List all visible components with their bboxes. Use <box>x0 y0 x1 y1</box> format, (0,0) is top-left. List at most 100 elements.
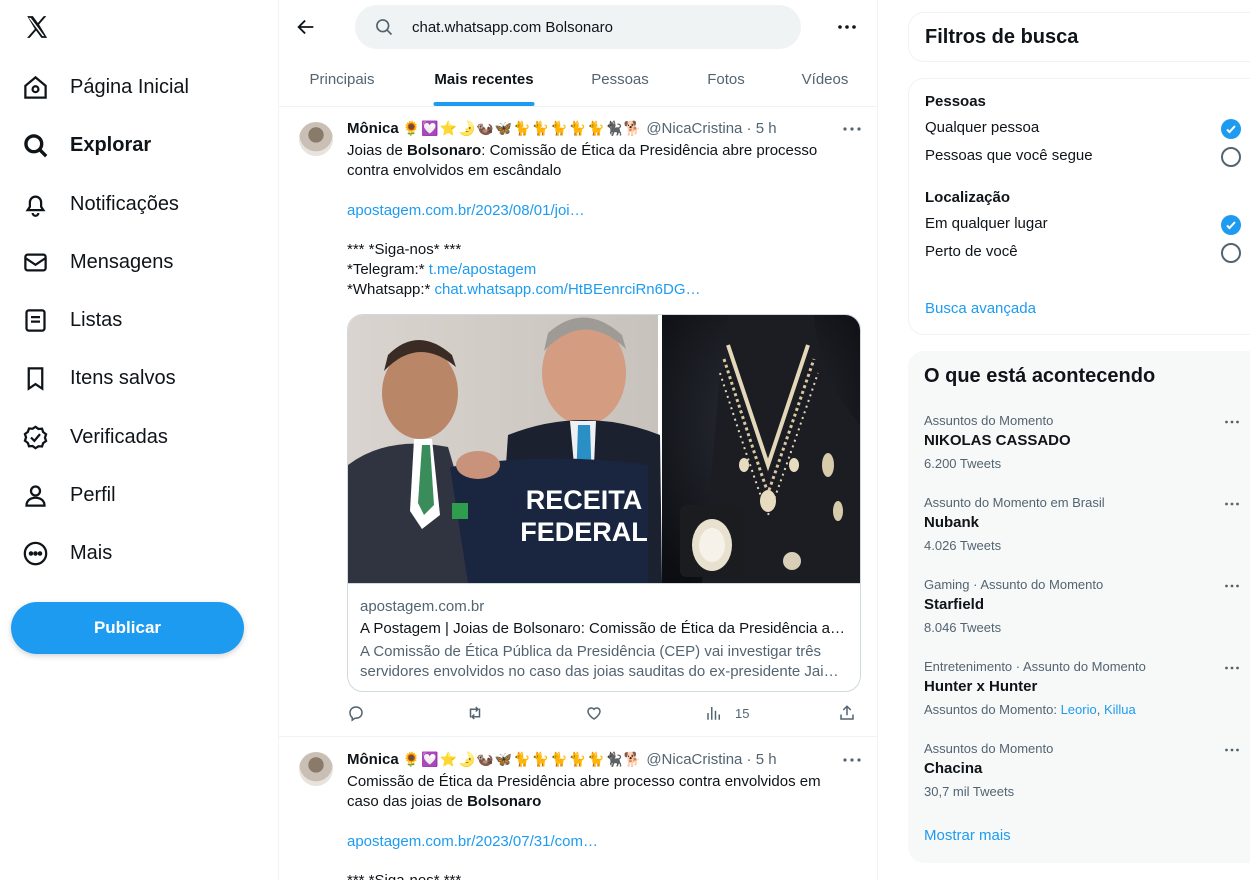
author-handle-time[interactable]: @NicaCristina · 5 h <box>646 751 776 768</box>
retweet-button[interactable] <box>466 704 484 722</box>
search-icon <box>376 19 393 36</box>
filter-option-label: Perto de você <box>925 243 1018 260</box>
trend-related-link[interactable]: Leorio <box>1061 702 1097 717</box>
trend-name: Starfield <box>924 596 985 613</box>
search-match-highlight: Bolsonaro <box>467 793 542 810</box>
avatar[interactable] <box>299 752 333 786</box>
tweet-more-icon[interactable] <box>841 120 863 138</box>
trend-item[interactable]: Assuntos do Momento NIKOLAS CASSADO 6.20… <box>924 413 1244 483</box>
search-match-highlight: Bolsonaro <box>407 142 482 159</box>
trend-name: Chacina <box>924 760 983 777</box>
tweet[interactable]: Mônica 🌻💟⭐🌛🦦🦋🐈🐈🐈🐈🐈🐈‍⬛🐕 @NicaCristina · 5… <box>279 108 877 737</box>
share-icon <box>840 705 854 720</box>
x-logo-icon[interactable] <box>24 14 50 40</box>
nav-verified[interactable]: Verificadas <box>22 417 168 457</box>
nav-more[interactable]: Mais <box>22 533 112 573</box>
list-icon <box>25 308 46 332</box>
filter-option-anyone[interactable]: Qualquer pessoa <box>925 119 1245 139</box>
filter-option-near-you[interactable]: Perto de você <box>925 243 1245 263</box>
advanced-search-link[interactable]: Busca avançada <box>925 300 1036 317</box>
article-link[interactable]: apostagem.com.br/2023/08/01/joi… <box>347 202 585 219</box>
nav-profile-label: Perfil <box>70 483 116 506</box>
author-name[interactable]: Mônica <box>347 751 399 768</box>
retweet-icon <box>469 706 481 720</box>
search-input[interactable] <box>412 5 782 49</box>
whatsapp-link[interactable]: chat.whatsapp.com/HtBEenrciRn6DG… <box>435 281 701 298</box>
trend-more-icon[interactable] <box>1224 579 1240 593</box>
left-navigation: Página Inicial Explorar Notificações Men… <box>0 0 279 880</box>
radio-unchecked-icon[interactable] <box>1221 243 1241 263</box>
author-name[interactable]: Mônica <box>347 120 399 137</box>
telegram-link[interactable]: t.me/apostagem <box>429 261 537 278</box>
trend-item[interactable]: Entretenimento · Assunto do Momento Hunt… <box>924 659 1244 729</box>
nav-notifications[interactable]: Notificações <box>22 184 179 224</box>
tab-principais[interactable]: Principais <box>307 53 377 106</box>
trend-related-prefix: Assuntos do Momento: <box>924 702 1061 717</box>
article-link[interactable]: apostagem.com.br/2023/07/31/com… <box>347 833 598 850</box>
like-button[interactable] <box>585 704 603 722</box>
tab-mais-recentes[interactable]: Mais recentes <box>427 53 541 106</box>
share-button[interactable] <box>838 704 856 722</box>
tab-pessoas[interactable]: Pessoas <box>585 53 655 106</box>
radio-checked-icon[interactable] <box>1221 215 1241 235</box>
search-filters-header: Filtros de busca <box>908 12 1250 62</box>
reply-button[interactable] <box>347 704 365 722</box>
tweet-more-icon[interactable] <box>841 751 863 769</box>
author-handle-time[interactable]: @NicaCristina · 5 h <box>646 120 776 137</box>
nav-home[interactable]: Página Inicial <box>22 67 189 107</box>
trend-category: Entretenimento · Assunto do Momento <box>924 659 1146 674</box>
nav-explore[interactable]: Explorar <box>22 125 151 165</box>
trend-category: Assuntos do Momento <box>924 741 1054 756</box>
author-emoji: 🌻💟⭐🌛🦦🦋🐈🐈🐈🐈🐈🐈‍⬛🐕 <box>402 119 643 136</box>
tweet-text: Comissão de Ética da Presidência abre pr… <box>347 772 843 812</box>
nav-explore-label: Explorar <box>70 133 152 156</box>
search-box[interactable] <box>355 5 801 49</box>
tweet-header: Mônica 🌻💟⭐🌛🦦🦋🐈🐈🐈🐈🐈🐈‍⬛🐕 @NicaCristina · 5… <box>347 118 807 138</box>
tweet[interactable]: Mônica 🌻💟⭐🌛🦦🦋🐈🐈🐈🐈🐈🐈‍⬛🐕 @NicaCristina · 5… <box>279 738 877 880</box>
link-preview-card[interactable]: RECEITA FEDERAL apostagem.com.br A Posta… <box>347 314 861 692</box>
back-arrow-icon[interactable] <box>295 16 317 38</box>
nav-lists-label: Listas <box>70 308 123 331</box>
home-icon <box>24 75 47 99</box>
show-more-link[interactable]: Mostrar mais <box>924 827 1011 844</box>
filter-option-label: Qualquer pessoa <box>925 119 1040 136</box>
tweet-whatsapp-line: *Whatsapp:* chat.whatsapp.com/HtBEenrciR… <box>347 280 843 300</box>
trend-name: Hunter x Hunter <box>924 678 1038 695</box>
filter-option-anywhere[interactable]: Em qualquer lugar <box>925 215 1245 235</box>
trend-more-icon[interactable] <box>1224 497 1240 511</box>
link-preview-domain: apostagem.com.br <box>360 598 485 615</box>
nav-messages[interactable]: Mensagens <box>22 242 173 282</box>
whatsapp-label: *Whatsapp:* <box>347 281 435 298</box>
nav-profile[interactable]: Perfil <box>22 475 116 515</box>
trend-item[interactable]: Gaming · Assunto do Momento Starfield 8.… <box>924 577 1244 647</box>
trend-item[interactable]: Assunto do Momento em Brasil Nubank 4.02… <box>924 495 1244 565</box>
radio-checked-icon[interactable] <box>1221 119 1241 139</box>
trend-more-icon[interactable] <box>1224 661 1240 675</box>
telegram-label: *Telegram:* <box>347 261 429 278</box>
filter-option-following[interactable]: Pessoas que você segue <box>925 147 1245 167</box>
link-preview-description: A Comissão de Ética Pública da Presidênc… <box>360 643 839 680</box>
nav-lists[interactable]: Listas <box>22 300 122 340</box>
views-button[interactable]: 15 <box>705 704 749 722</box>
tweet-header: Mônica 🌻💟⭐🌛🦦🦋🐈🐈🐈🐈🐈🐈‍⬛🐕 @NicaCristina · 5… <box>347 749 807 769</box>
tab-videos[interactable]: Vídeos <box>795 53 855 106</box>
radio-unchecked-icon[interactable] <box>1221 147 1241 167</box>
trends-title: O que está acontecendo <box>924 365 1156 387</box>
more-options-icon[interactable] <box>835 16 859 38</box>
trend-item[interactable]: Assuntos do Momento Chacina 30,7 mil Twe… <box>924 741 1244 811</box>
link-preview-image[interactable]: RECEITA FEDERAL <box>348 315 860 583</box>
trend-related-link[interactable]: Killua <box>1104 702 1136 717</box>
tab-fotos[interactable]: Fotos <box>701 53 751 106</box>
trend-more-icon[interactable] <box>1224 743 1240 757</box>
trend-more-icon[interactable] <box>1224 415 1240 429</box>
avatar[interactable] <box>299 122 333 156</box>
image-text-receita: RECEITA <box>526 485 643 515</box>
nav-bookmarks[interactable]: Itens salvos <box>22 358 176 398</box>
publish-button[interactable]: Publicar <box>11 602 244 654</box>
tweet-actions: 15 <box>347 704 861 726</box>
trend-count: 4.026 Tweets <box>924 538 1002 553</box>
envelope-icon <box>24 253 47 271</box>
nav-more-label: Mais <box>70 541 113 564</box>
link-preview-body[interactable]: apostagem.com.br A Postagem | Joias de B… <box>348 583 860 691</box>
nav-bookmarks-label: Itens salvos <box>70 366 176 389</box>
